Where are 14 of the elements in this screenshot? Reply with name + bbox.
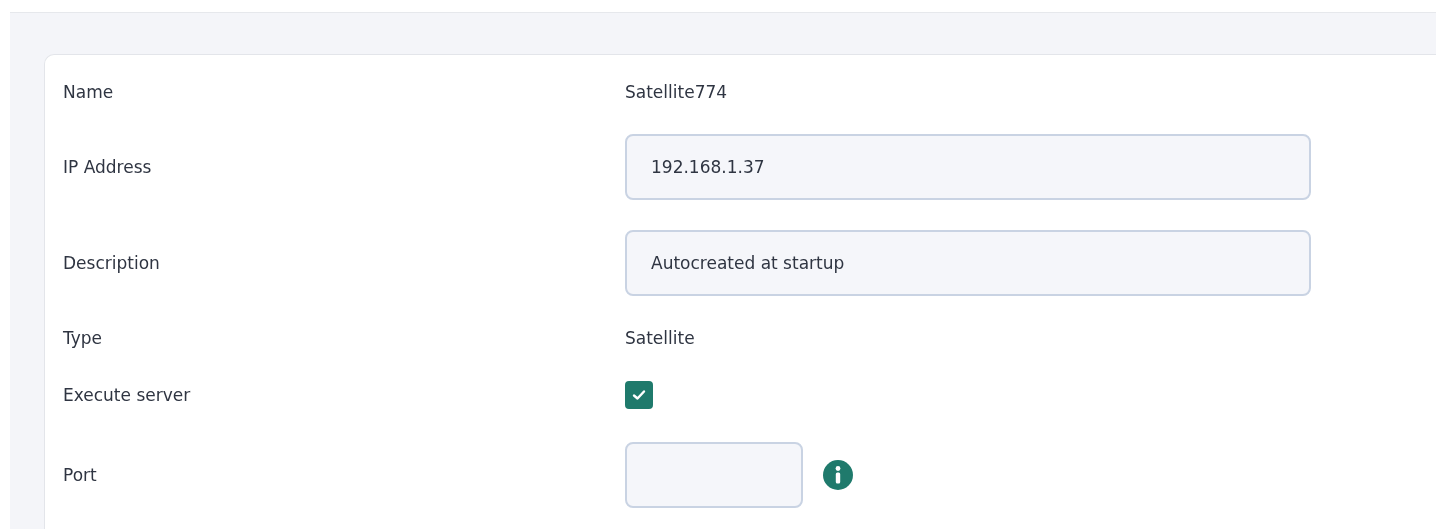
field-value: Satellite — [625, 328, 695, 348]
input-field[interactable]: Autocreated at startup — [625, 230, 1311, 296]
input-field[interactable] — [625, 442, 803, 508]
checkbox[interactable] — [625, 381, 653, 409]
info-icon[interactable] — [823, 460, 853, 490]
field-value: Satellite774 — [625, 82, 728, 102]
check-icon — [632, 389, 646, 401]
field-label: Port — [63, 465, 98, 485]
field-label: IP Address — [63, 157, 153, 177]
field-label: Name — [63, 82, 115, 102]
field-label: Type — [63, 328, 104, 348]
field-label: Execute server — [63, 385, 192, 405]
field-label: Description — [63, 253, 161, 273]
input-field[interactable]: 192.168.1.37 — [625, 134, 1311, 200]
